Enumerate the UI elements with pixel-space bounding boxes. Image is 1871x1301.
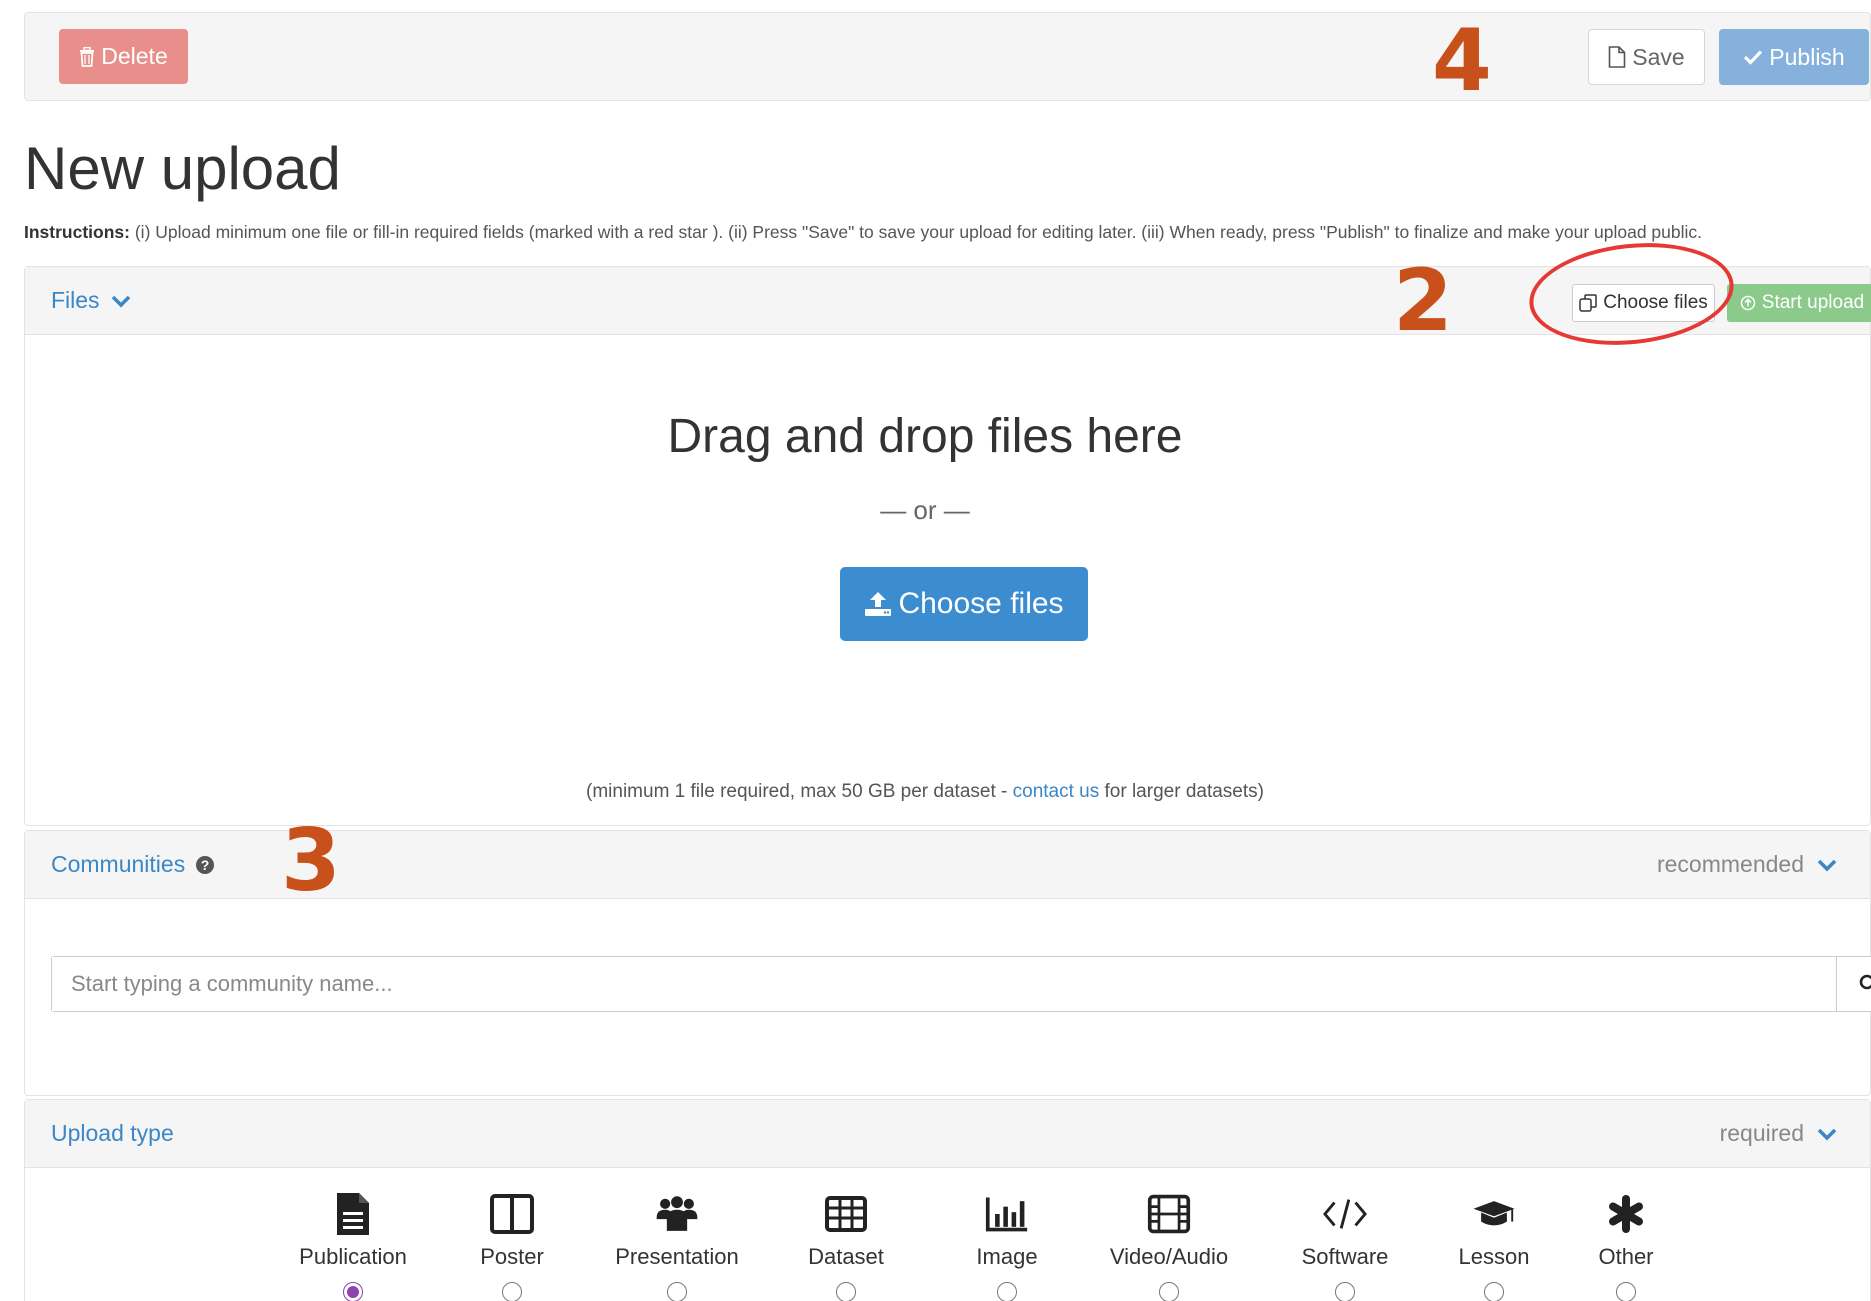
search-icon (1859, 974, 1871, 990)
upload-type-label: Image (976, 1244, 1038, 1269)
start-upload-label: Start upload (1761, 292, 1865, 313)
video-audio-icon (1147, 1192, 1191, 1236)
top-toolbar: Delete Save Publish (24, 12, 1871, 101)
delete-button[interactable]: Delete (59, 29, 188, 84)
drop-zone-or: — or — (880, 495, 970, 525)
upload-type-options: Publication Poster Presentation Dataset … (25, 1192, 1871, 1301)
upload-type-label: Poster (480, 1244, 544, 1269)
community-search (51, 956, 1871, 1012)
file-icon (1608, 46, 1626, 68)
save-label: Save (1632, 43, 1685, 70)
upload-type-panel: Upload type required Publication Poster (24, 1099, 1871, 1301)
upload-circle-icon (1740, 295, 1756, 311)
upload-type-publication[interactable]: Publication (273, 1192, 433, 1301)
upload-type-video-audio[interactable]: Video/Audio (1089, 1192, 1249, 1301)
check-icon (1744, 50, 1763, 65)
files-header-label: Files (51, 287, 100, 313)
upload-type-label: Other (1598, 1244, 1654, 1269)
upload-type-label: Video/Audio (1109, 1244, 1229, 1269)
community-search-input[interactable] (52, 957, 1836, 1011)
upload-type-status-label: required (1719, 1120, 1804, 1146)
upload-type-label: Presentation (615, 1244, 739, 1269)
instructions-body: (i) Upload minimum one file or fill-in r… (134, 222, 1703, 242)
upload-type-label: Publication (299, 1244, 407, 1269)
note-suffix: for larger datasets) (1099, 781, 1264, 802)
help-icon[interactable]: ? (195, 855, 215, 875)
files-toggle[interactable]: Files (51, 287, 132, 314)
communities-status: recommended (1657, 851, 1838, 878)
presentation-icon (655, 1192, 699, 1236)
upload-type-label: Lesson (1458, 1244, 1530, 1269)
upload-type-label: Dataset (808, 1244, 884, 1269)
upload-type-status: required (1720, 1120, 1838, 1147)
upload-type-radio[interactable] (667, 1282, 687, 1301)
chevron-down-icon[interactable] (1816, 1123, 1838, 1145)
delete-label: Delete (101, 43, 168, 69)
save-button[interactable]: Save (1588, 29, 1705, 85)
other-icon (1604, 1192, 1648, 1236)
file-size-note: (minimum 1 file required, max 50 GB per … (25, 781, 1825, 803)
upload-type-radio[interactable] (997, 1282, 1017, 1301)
image-icon (985, 1192, 1029, 1236)
communities-status-label: recommended (1656, 851, 1804, 877)
lesson-icon (1472, 1192, 1516, 1236)
upload-type-poster[interactable]: Poster (432, 1192, 592, 1301)
note-prefix: (minimum 1 file required, max 50 GB per … (586, 781, 1013, 802)
upload-type-toggle[interactable]: Upload type (51, 1120, 174, 1147)
communities-header-label: Communities (51, 851, 186, 877)
upload-type-software[interactable]: Software (1265, 1192, 1425, 1301)
upload-type-radio[interactable] (343, 1282, 363, 1301)
upload-page: Delete Save Publish 4 New upload Instruc… (0, 0, 1871, 1301)
step-3-annotation: 3 (281, 811, 341, 911)
upload-type-radio[interactable] (1616, 1282, 1636, 1301)
step-4-annotation: 4 (1432, 11, 1492, 111)
trash-icon (80, 46, 95, 67)
dataset-icon (824, 1192, 868, 1236)
publish-button[interactable]: Publish (1719, 29, 1869, 85)
drop-zone-title: Drag and drop files here (667, 410, 1183, 463)
upload-type-other[interactable]: Other (1546, 1192, 1706, 1301)
choose-files-label: Choose files (898, 587, 1064, 620)
chevron-down-icon (111, 295, 130, 307)
upload-type-panel-header: Upload type required (25, 1100, 1870, 1168)
poster-icon (490, 1192, 534, 1236)
chevron-down-icon[interactable] (1816, 854, 1838, 876)
publication-icon (331, 1192, 375, 1236)
contact-us-link[interactable]: contact us (1013, 781, 1100, 802)
upload-type-label: Software (1301, 1244, 1389, 1269)
community-search-button[interactable] (1836, 957, 1871, 1011)
files-panel: Files Choose files Start upload Drag and… (24, 266, 1871, 826)
start-upload-button[interactable]: Start upload (1727, 284, 1871, 322)
upload-type-radio[interactable] (502, 1282, 522, 1301)
instructions-text: Instructions: (i) Upload minimum one fil… (24, 222, 1871, 243)
choose-files-button[interactable]: Choose files (840, 567, 1088, 641)
upload-type-radio[interactable] (836, 1282, 856, 1301)
instructions-label: Instructions: (24, 222, 130, 242)
upload-type-dataset[interactable]: Dataset (766, 1192, 926, 1301)
svg-text:?: ? (201, 857, 210, 873)
publish-label: Publish (1769, 43, 1845, 70)
upload-type-image[interactable]: Image (927, 1192, 1087, 1301)
upload-type-radio[interactable] (1159, 1282, 1179, 1301)
page-title: New upload (24, 135, 341, 202)
upload-type-presentation[interactable]: Presentation (597, 1192, 757, 1301)
upload-type-radio[interactable] (1335, 1282, 1355, 1301)
software-icon (1323, 1192, 1367, 1236)
upload-type-header-label: Upload type (51, 1120, 174, 1146)
step-2-annotation: 2 (1393, 251, 1453, 351)
upload-icon (865, 592, 892, 616)
communities-toggle[interactable]: Communities ? (51, 851, 215, 878)
upload-type-radio[interactable] (1484, 1282, 1504, 1301)
